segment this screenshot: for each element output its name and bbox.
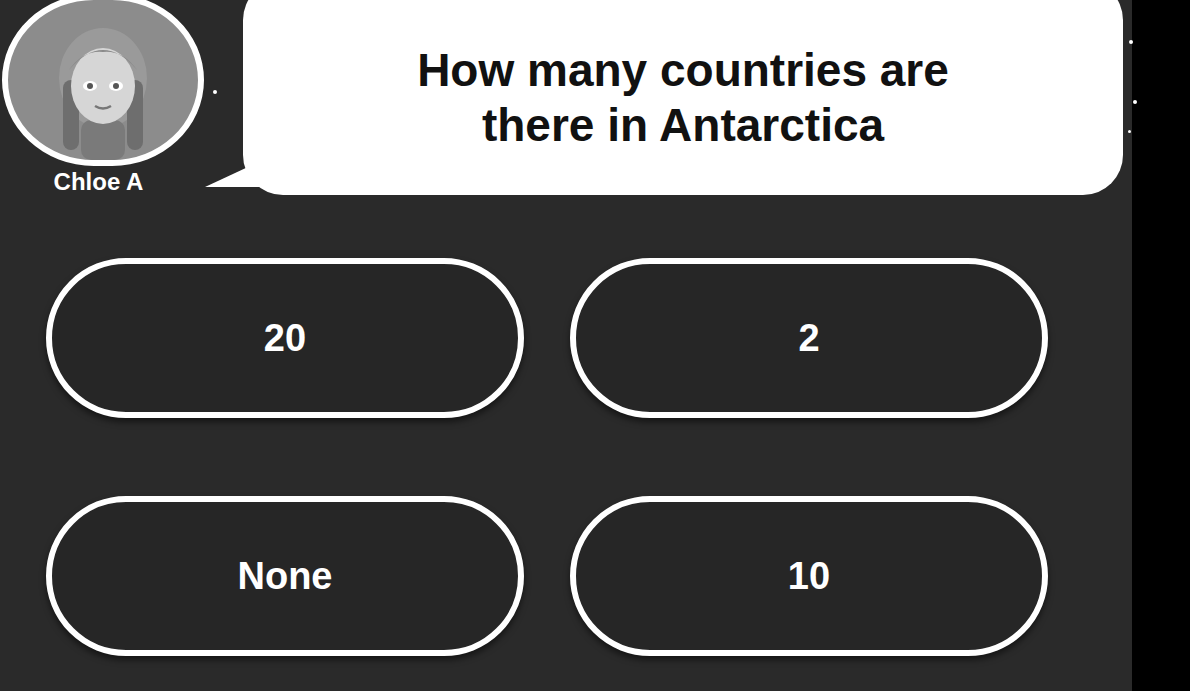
question-header: Chloe A How many countries are there in A… — [0, 0, 1132, 196]
bubble-tail-icon — [205, 159, 265, 187]
answer-button[interactable]: 2 — [570, 258, 1048, 418]
girl-avatar-icon — [23, 0, 183, 160]
screen-edge — [1132, 0, 1190, 691]
answer-button[interactable]: 20 — [46, 258, 524, 418]
answer-button[interactable]: 10 — [570, 496, 1048, 656]
speck-icon — [213, 90, 217, 94]
speck-icon — [1129, 40, 1133, 44]
speck-icon — [1128, 130, 1131, 133]
answer-grid: 20 2 None 10 — [0, 258, 1132, 656]
player-name: Chloe A — [54, 168, 152, 197]
speck-icon — [1133, 100, 1137, 104]
quiz-screen: Chloe A How many countries are there in A… — [0, 0, 1190, 691]
quiz-stage: Chloe A How many countries are there in A… — [0, 0, 1132, 691]
answer-button[interactable]: None — [46, 496, 524, 656]
question-text: How many countries are there in Antarcti… — [373, 43, 993, 152]
avatar-icon — [2, 0, 204, 166]
player: Chloe A — [0, 0, 205, 197]
speech-bubble: How many countries are there in Antarcti… — [243, 0, 1123, 195]
